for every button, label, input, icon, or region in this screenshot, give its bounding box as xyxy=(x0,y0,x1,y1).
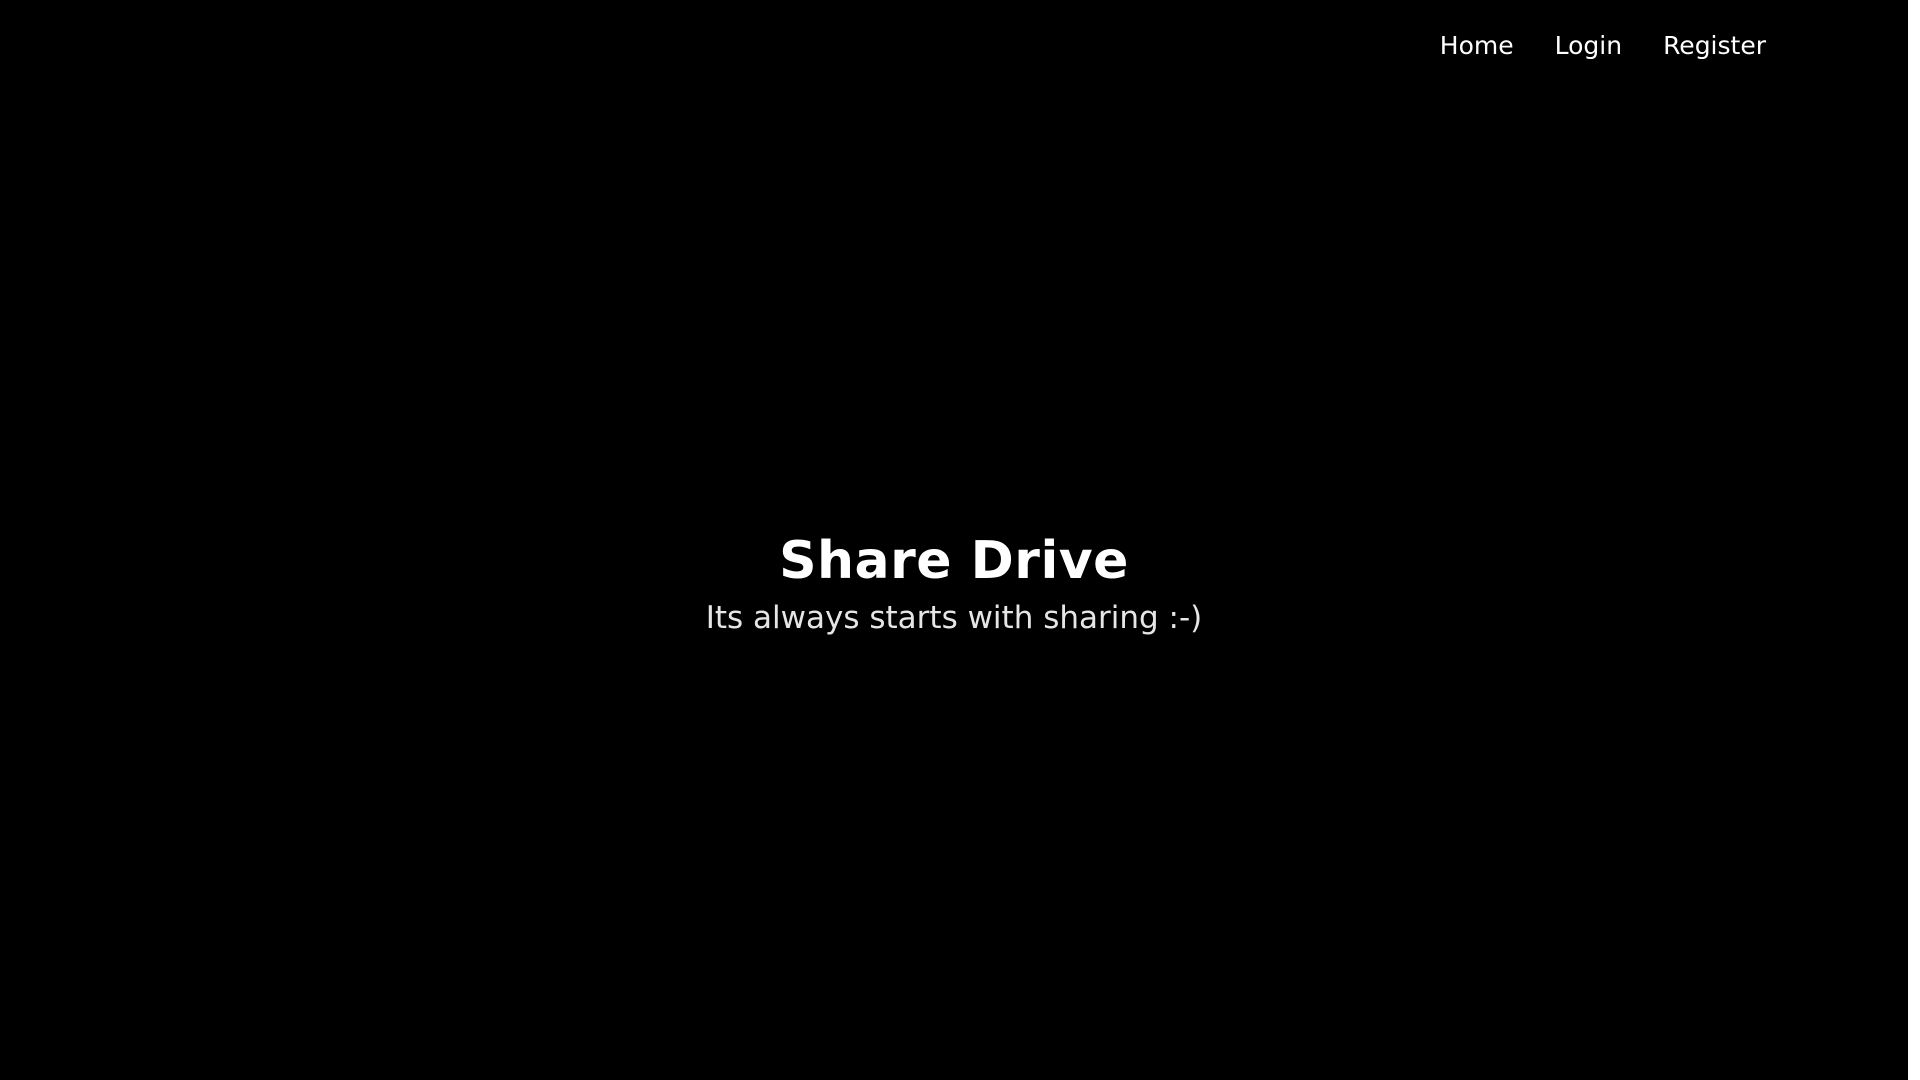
top-nav: Home Login Register xyxy=(1399,28,1766,64)
hero-subtitle: Its always starts with sharing :-) xyxy=(705,600,1203,636)
nav-link-register[interactable]: Register xyxy=(1663,28,1766,64)
nav-link-login[interactable]: Login xyxy=(1555,28,1622,64)
nav-link-home[interactable]: Home xyxy=(1440,28,1514,64)
page-viewport: Home Login Register Share Drive Its alwa… xyxy=(0,0,1908,1080)
page-scrollbar[interactable] xyxy=(1908,0,1920,1080)
hero-section: Share Drive Its always starts with shari… xyxy=(0,526,1908,640)
hero-title: Share Drive xyxy=(779,531,1129,591)
